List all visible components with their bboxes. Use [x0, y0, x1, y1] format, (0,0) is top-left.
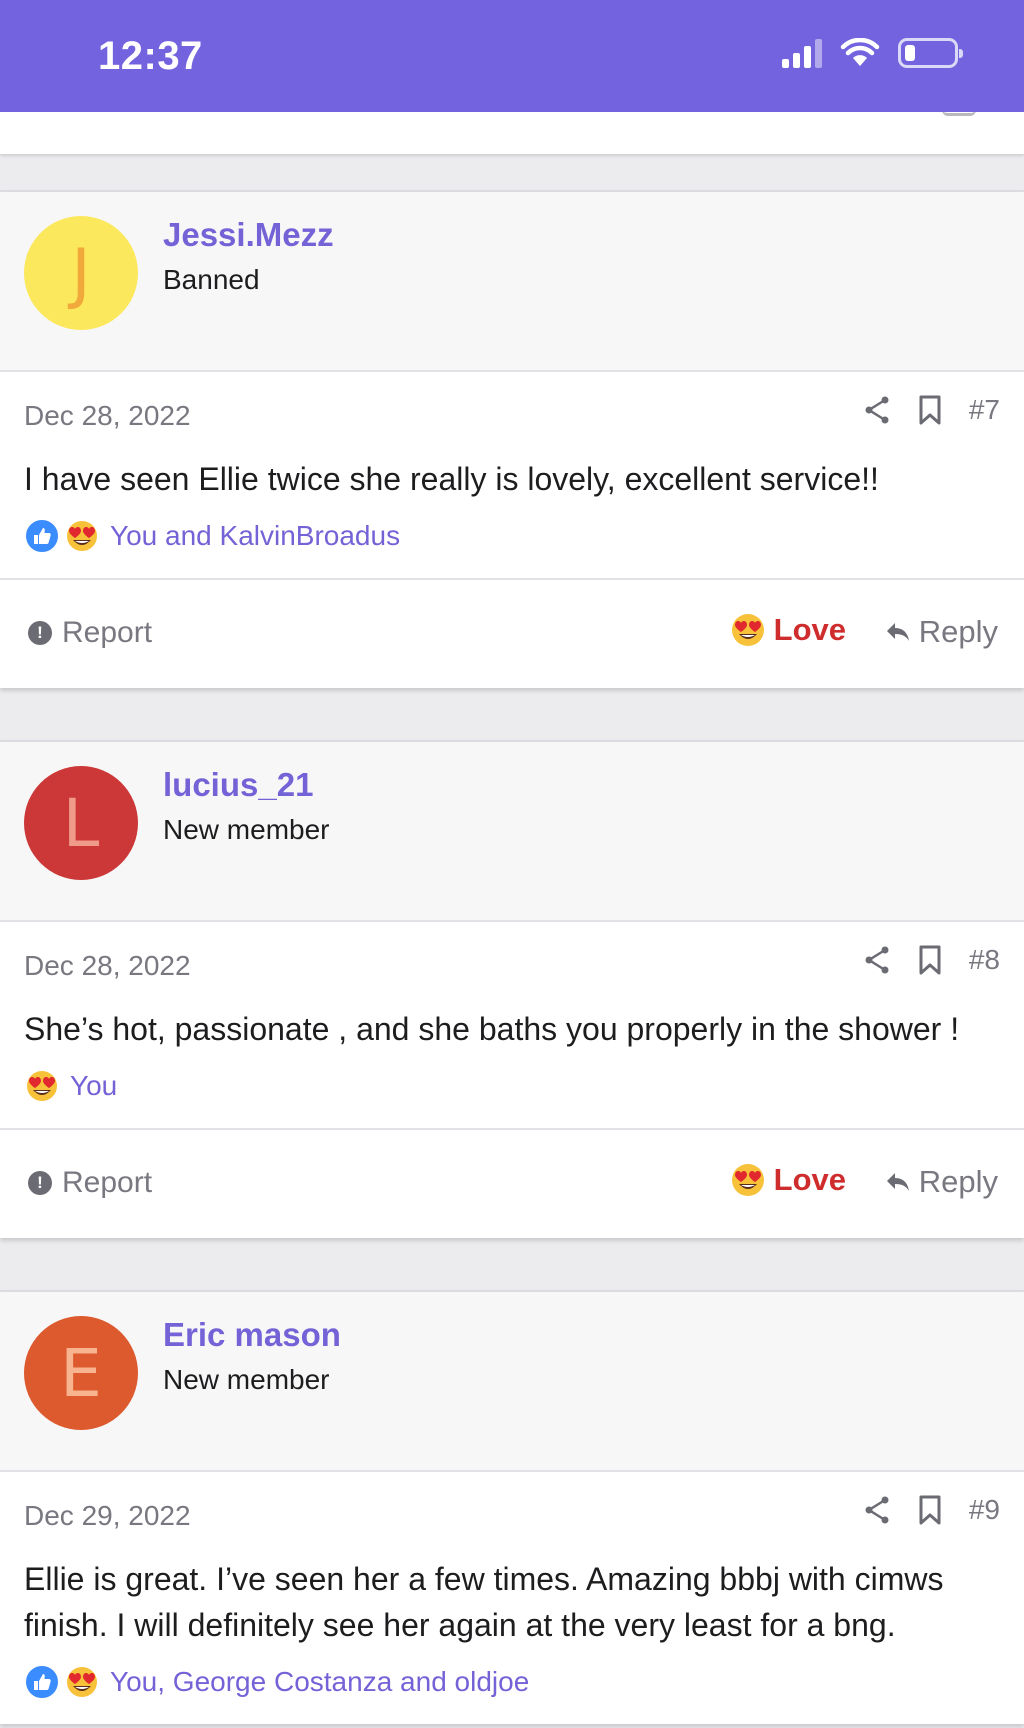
post-body: She’s hot, passionate , and she baths yo… — [24, 1011, 960, 1047]
share-icon[interactable] — [863, 395, 891, 425]
bookmark-icon[interactable] — [917, 1494, 943, 1526]
avatar[interactable]: J — [24, 216, 138, 330]
post-body: Ellie is great. I’ve seen her a few time… — [24, 1561, 944, 1643]
cellular-signal-icon — [782, 38, 822, 68]
post-tools: #8 — [863, 944, 1000, 976]
reactions-text: You, George Costanza and oldjoe — [110, 1666, 530, 1697]
report-label: Report — [62, 616, 153, 649]
wifi-icon — [840, 38, 880, 66]
report-label: Report — [62, 1166, 153, 1199]
reply-arrow-icon — [886, 1173, 909, 1191]
post-author-header: L lucius_21 New member — [0, 742, 1024, 922]
reply-arrow-icon — [886, 623, 909, 641]
battery-level — [905, 45, 915, 61]
battery-icon — [898, 38, 963, 68]
reply-button[interactable]: Reply — [885, 1164, 998, 1200]
love-label: Love — [773, 612, 846, 647]
reply-label: Reply — [918, 614, 998, 649]
reactions-summary[interactable]: You, George Costanza and oldjoe — [0, 1648, 1024, 1724]
post-actions: ! Report Love Reply — [0, 1128, 1024, 1238]
bookmark-icon[interactable] — [917, 944, 943, 976]
report-button[interactable]: ! Report — [28, 1166, 152, 1200]
status-time: 12:37 — [98, 34, 203, 78]
post-number-link[interactable]: #8 — [969, 944, 1000, 976]
avatar-letter: L — [62, 784, 100, 862]
like-icon — [24, 1664, 60, 1700]
share-icon[interactable] — [863, 1495, 891, 1525]
reactions-summary[interactable]: You — [0, 1052, 1024, 1128]
reply-button[interactable]: Reply — [885, 614, 998, 650]
post-tools: #9 — [863, 1494, 1000, 1526]
share-icon[interactable] — [863, 945, 891, 975]
love-eyes-icon — [24, 1068, 60, 1104]
post-tools: #7 — [863, 394, 1000, 426]
post-meta: Dec 28, 2022 #8 — [0, 922, 1024, 1006]
love-eyes-icon — [731, 1164, 764, 1196]
user-title: New member — [163, 1364, 330, 1395]
status-icons — [782, 38, 963, 68]
post-number-link[interactable]: #9 — [969, 1494, 1000, 1526]
love-label: Love — [773, 1162, 846, 1197]
post-meta: Dec 29, 2022 #9 — [0, 1472, 1024, 1556]
post: E Eric mason New member Dec 29, 2022 #9 … — [0, 1290, 1024, 1724]
post-meta: Dec 28, 2022 #7 — [0, 372, 1024, 456]
report-button[interactable]: ! Report — [28, 616, 152, 650]
avatar[interactable]: E — [24, 1316, 138, 1430]
love-reaction-button[interactable]: Love — [730, 612, 846, 648]
post-date[interactable]: Dec 28, 2022 — [24, 950, 191, 982]
username-link[interactable]: lucius_21 — [163, 766, 313, 804]
love-eyes-icon — [64, 518, 100, 554]
love-reaction-button[interactable]: Love — [730, 1162, 846, 1198]
previous-post-footer — [0, 112, 1024, 154]
post-actions: ! Report Love Reply — [0, 578, 1024, 688]
reactions-text: You — [70, 1070, 118, 1101]
like-icon — [24, 518, 60, 554]
bookmark-icon[interactable] — [917, 394, 943, 426]
alert-icon: ! — [28, 621, 52, 645]
post: J Jessi.Mezz Banned Dec 28, 2022 #7 I ha… — [0, 190, 1024, 688]
status-bar: 12:37 — [0, 0, 1024, 112]
reply-label: Reply — [918, 1164, 998, 1199]
user-title: New member — [163, 814, 330, 845]
post-body: I have seen Ellie twice she really is lo… — [24, 461, 879, 497]
post-author-header: E Eric mason New member — [0, 1292, 1024, 1472]
post-number-link[interactable]: #7 — [969, 394, 1000, 426]
user-title: Banned — [163, 264, 260, 295]
post-date[interactable]: Dec 29, 2022 — [24, 1500, 191, 1532]
avatar-letter: E — [60, 1334, 102, 1412]
post-date[interactable]: Dec 28, 2022 — [24, 400, 191, 432]
reactions-text: You and KalvinBroadus — [110, 520, 401, 551]
love-eyes-icon — [64, 1664, 100, 1700]
avatar-letter: J — [71, 234, 91, 312]
alert-icon: ! — [28, 1171, 52, 1195]
love-eyes-icon — [731, 614, 764, 646]
username-link[interactable]: Jessi.Mezz — [163, 216, 334, 254]
avatar[interactable]: L — [24, 766, 138, 880]
reactions-summary[interactable]: You and KalvinBroadus — [0, 502, 1024, 578]
post-author-header: J Jessi.Mezz Banned — [0, 192, 1024, 372]
username-link[interactable]: Eric mason — [163, 1316, 341, 1354]
post: L lucius_21 New member Dec 28, 2022 #8 S… — [0, 740, 1024, 1238]
